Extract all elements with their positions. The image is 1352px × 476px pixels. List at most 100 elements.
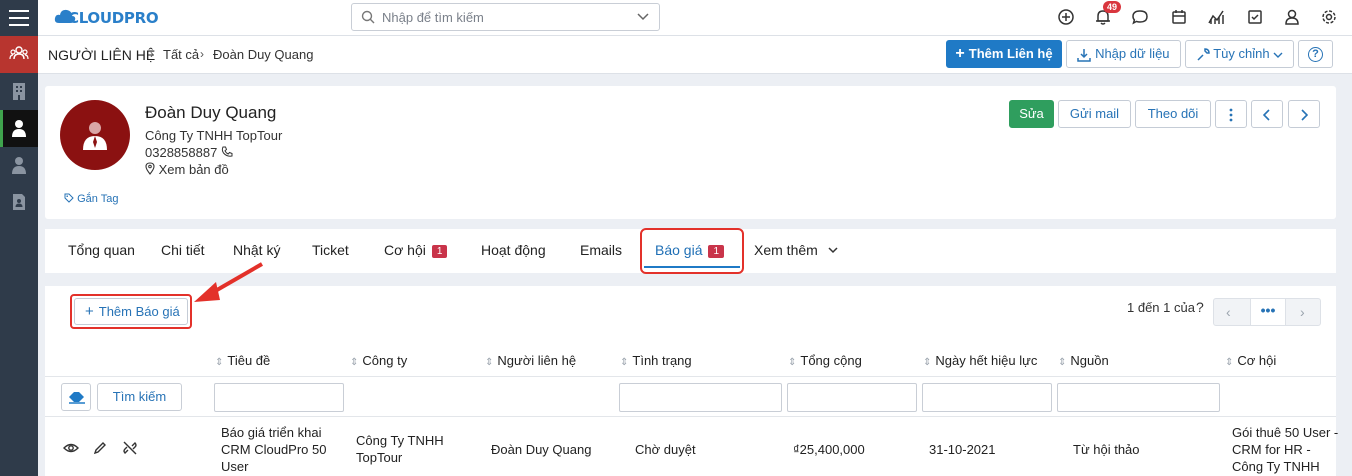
customize-label: Tùy chỉnh bbox=[1213, 46, 1270, 61]
column-header-contact[interactable]: ⇕ Người liên hệ bbox=[485, 353, 576, 368]
gear-icon[interactable] bbox=[1320, 8, 1338, 26]
plus-icon: + bbox=[955, 45, 965, 62]
add-tag-label: Gắn Tag bbox=[77, 193, 119, 205]
follow-button[interactable]: Theo dõi bbox=[1135, 100, 1211, 128]
edit-pencil-icon[interactable] bbox=[92, 440, 108, 456]
sidebar-item-organizations[interactable] bbox=[0, 73, 38, 110]
customize-button[interactable]: Tùy chỉnh bbox=[1185, 40, 1294, 68]
wrench-icon bbox=[1197, 47, 1210, 61]
unlink-icon[interactable] bbox=[122, 440, 138, 456]
import-data-button[interactable]: Nhập dữ liệu bbox=[1066, 40, 1181, 68]
sort-icon: ⇕ bbox=[485, 357, 494, 368]
eraser-icon bbox=[69, 392, 85, 404]
highlight-box-quotes-tab bbox=[640, 228, 744, 274]
column-header-source[interactable]: ⇕ Nguồn bbox=[1058, 353, 1109, 368]
cell-company[interactable]: Công Ty TNHH TopTour bbox=[356, 432, 466, 466]
filter-total-input[interactable] bbox=[787, 383, 917, 412]
chevron-right-icon bbox=[1301, 108, 1309, 121]
task-checkbox-icon[interactable] bbox=[1246, 8, 1264, 26]
sort-icon: ⇕ bbox=[788, 357, 797, 368]
column-header-opportunity[interactable]: ⇕ Cơ hội bbox=[1225, 353, 1276, 368]
column-header-expiry[interactable]: ⇕ Ngày hết hiệu lực bbox=[923, 353, 1037, 368]
view-eye-icon[interactable] bbox=[63, 440, 79, 456]
highlight-box-add-quote bbox=[70, 294, 192, 329]
report-chart-icon[interactable] bbox=[1207, 8, 1225, 26]
sort-icon: ⇕ bbox=[923, 357, 932, 368]
cell-total: ₫25,400,000 bbox=[793, 442, 865, 457]
contact-phone-value: 0328858887 bbox=[145, 145, 218, 160]
breadcrumb-root[interactable]: NGƯỜI LIÊN HỆ bbox=[48, 47, 155, 63]
chevron-left-icon[interactable]: ‹ bbox=[1226, 304, 1231, 320]
chevron-down-icon bbox=[828, 247, 838, 254]
column-header-label: Tiêu đề bbox=[227, 353, 271, 368]
send-mail-button[interactable]: Gửi mail bbox=[1058, 100, 1131, 128]
column-header-label: Cơ hội bbox=[1237, 353, 1277, 368]
add-contact-button[interactable]: + Thêm Liên hệ bbox=[946, 40, 1062, 68]
chevron-right-icon[interactable]: › bbox=[1300, 304, 1305, 320]
next-record-button[interactable] bbox=[1288, 100, 1320, 128]
tab-emails[interactable]: Emails bbox=[580, 242, 622, 258]
cell-expiry: 31-10-2021 bbox=[929, 442, 996, 457]
contact-person-icon bbox=[12, 120, 26, 137]
search-button[interactable]: Tìm kiếm bbox=[97, 383, 182, 411]
more-actions-button[interactable] bbox=[1215, 100, 1247, 128]
calendar-icon[interactable] bbox=[1170, 8, 1188, 26]
column-header-status[interactable]: ⇕ Tình trạng bbox=[620, 353, 692, 368]
clear-filter-button[interactable] bbox=[61, 383, 91, 411]
filter-status-input[interactable] bbox=[619, 383, 782, 412]
user-profile-icon[interactable] bbox=[1283, 8, 1301, 26]
filter-source-input[interactable] bbox=[1057, 383, 1220, 412]
column-header-title[interactable]: ⇕ Tiêu đề bbox=[215, 353, 270, 368]
chat-icon[interactable] bbox=[1131, 8, 1149, 26]
chevron-down-icon[interactable] bbox=[637, 12, 649, 22]
column-header-label: Nguồn bbox=[1070, 353, 1109, 368]
column-header-label: Tổng cộng bbox=[800, 353, 862, 368]
filter-expiry-input[interactable] bbox=[922, 383, 1052, 412]
global-search-input[interactable]: Nhập để tìm kiếm bbox=[351, 3, 660, 31]
notification-badge: 49 bbox=[1103, 1, 1122, 13]
divider bbox=[45, 376, 1336, 377]
tab-more-label: Xem thêm bbox=[754, 242, 818, 258]
hamburger-menu-icon[interactable] bbox=[0, 0, 38, 36]
people-group-icon bbox=[9, 46, 29, 60]
column-header-company[interactable]: ⇕ Công ty bbox=[350, 353, 407, 368]
person-icon bbox=[12, 157, 26, 174]
tab-activities[interactable]: Hoạt động bbox=[481, 242, 546, 258]
contact-phone[interactable]: 0328858887 bbox=[145, 145, 233, 160]
sort-icon: ⇕ bbox=[620, 357, 629, 368]
previous-record-button[interactable] bbox=[1251, 100, 1283, 128]
cell-status: Chờ duyệt bbox=[635, 442, 696, 457]
tab-opportunities[interactable]: Cơ hội 1 bbox=[384, 242, 448, 258]
add-circle-icon[interactable] bbox=[1057, 8, 1075, 26]
sidebar-item-documents[interactable] bbox=[0, 184, 38, 221]
filter-title-input[interactable] bbox=[214, 383, 344, 412]
cell-title[interactable]: Báo giá triển khai CRM CloudPro 50 User bbox=[221, 424, 331, 475]
phone-icon bbox=[221, 146, 233, 157]
cell-contact[interactable]: Đoàn Duy Quang bbox=[491, 441, 591, 458]
tab-log[interactable]: Nhật ký bbox=[233, 242, 280, 258]
tab-more[interactable]: Xem thêm bbox=[754, 242, 838, 258]
contact-company[interactable]: Công Ty TNHH TopTour bbox=[145, 128, 282, 143]
sidebar-item-contacts[interactable] bbox=[0, 110, 38, 147]
edit-button[interactable]: Sửa bbox=[1009, 100, 1054, 128]
tab-opportunities-label: Cơ hội bbox=[384, 242, 426, 258]
search-icon bbox=[361, 10, 375, 24]
tab-ticket[interactable]: Ticket bbox=[312, 242, 349, 258]
breadcrumb-all[interactable]: Tất cả bbox=[163, 47, 199, 62]
app-logo[interactable]: CLOUDPRO bbox=[68, 9, 159, 27]
add-tag-link[interactable]: Gắn Tag bbox=[64, 193, 118, 205]
cell-opportunity[interactable]: Gói thuê 50 User - CRM for HR - Công Ty … bbox=[1232, 424, 1340, 476]
divider bbox=[45, 416, 1336, 417]
page-more-button[interactable]: ••• bbox=[1250, 299, 1286, 325]
column-header-total[interactable]: ⇕ Tổng cộng bbox=[788, 353, 862, 368]
pagination-help-icon[interactable]: ? bbox=[1196, 299, 1204, 315]
sidebar-item-contacts-group[interactable] bbox=[0, 36, 38, 73]
help-button[interactable]: ? bbox=[1298, 40, 1333, 68]
pagination-summary: 1 đến 1 của bbox=[1127, 300, 1195, 315]
view-map-label: Xem bản đồ bbox=[158, 162, 229, 177]
column-header-label: Ngày hết hiệu lực bbox=[935, 353, 1038, 368]
sidebar-item-leads[interactable] bbox=[0, 147, 38, 184]
view-map-link[interactable]: Xem bản đồ bbox=[145, 162, 229, 177]
tab-details[interactable]: Chi tiết bbox=[161, 242, 205, 258]
tab-overview[interactable]: Tổng quan bbox=[68, 242, 135, 258]
